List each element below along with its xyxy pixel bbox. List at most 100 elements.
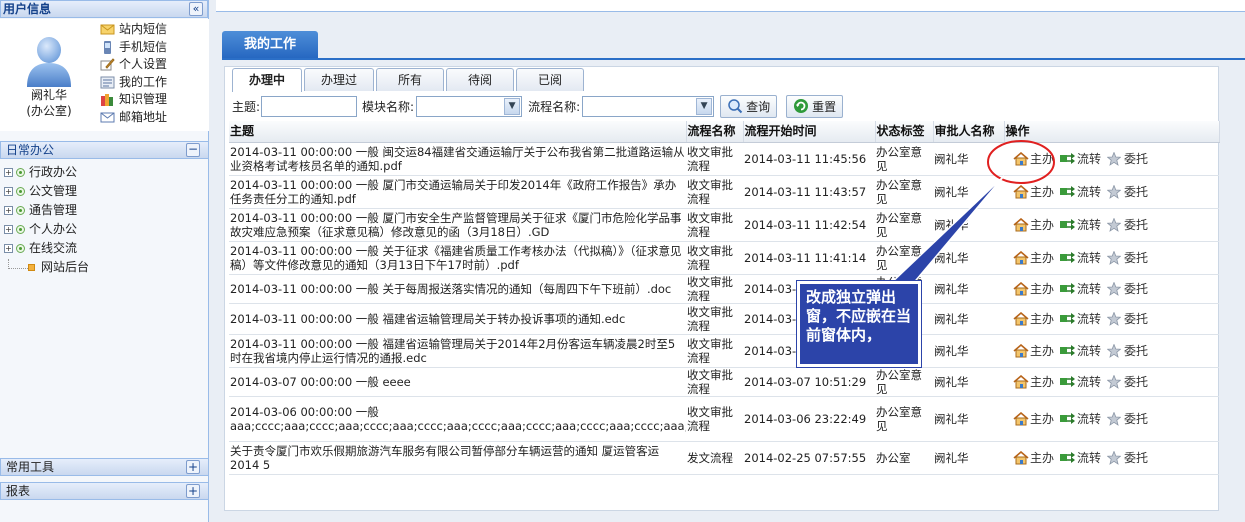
cell-flow-name: 收文审批流程 bbox=[686, 208, 743, 242]
main-handle-button[interactable]: 主办 bbox=[1013, 151, 1054, 166]
delegate-button[interactable]: 委托 bbox=[1106, 342, 1148, 358]
main-handle-button[interactable]: 主办 bbox=[1013, 411, 1054, 426]
transfer-button[interactable]: 流转 bbox=[1060, 251, 1101, 265]
annotation-callout: 改成独立弹出窗，不应嵌在当前窗体内， bbox=[797, 281, 921, 367]
briefcase-icon bbox=[100, 76, 115, 89]
transfer-button[interactable]: 流转 bbox=[1060, 344, 1101, 358]
main-handle-button[interactable]: 主办 bbox=[1013, 450, 1054, 465]
user-links: 站内短信 手机短信 个人设置 我的工作 知识管理 邮箱地址 bbox=[100, 21, 167, 126]
subtab-read[interactable]: 已阅 bbox=[516, 68, 584, 91]
subtab-handled[interactable]: 办理过 bbox=[304, 68, 374, 91]
table-row[interactable]: 关于责令厦门市欢乐假期旅游汽车服务有限公司暂停部分车辆运营的通知 厦运管客运20… bbox=[229, 441, 1219, 475]
col-status[interactable]: 状态标签 bbox=[875, 121, 934, 143]
tree-node-notices[interactable]: + 通告管理 bbox=[4, 201, 89, 220]
module-select[interactable]: ▼ bbox=[416, 95, 523, 117]
main-handle-button[interactable]: 主办 bbox=[1013, 343, 1054, 358]
chevron-down-icon[interactable]: ▼ bbox=[696, 97, 713, 115]
table-row[interactable]: 2014-03-11 00:00:00 一般 福建省运输管理局关于转办投诉事项的… bbox=[229, 303, 1219, 335]
table-row[interactable]: 2014-03-06 00:00:00 一般 aaa;cccc;aaa;cccc… bbox=[229, 396, 1219, 442]
expand-icon[interactable]: + bbox=[186, 460, 200, 474]
delegate-button[interactable]: 委托 bbox=[1106, 249, 1148, 265]
main-handle-button[interactable]: 主办 bbox=[1013, 250, 1054, 265]
link-inbox-message[interactable]: 站内短信 bbox=[100, 21, 167, 39]
chevron-down-icon[interactable]: ▼ bbox=[504, 97, 521, 115]
star-icon bbox=[1106, 310, 1123, 326]
transfer-button[interactable]: 流转 bbox=[1060, 185, 1101, 199]
subtab-in-progress[interactable]: 办理中 bbox=[232, 68, 302, 92]
folder-dot-icon bbox=[16, 225, 25, 234]
table-row[interactable]: 2014-03-11 00:00:00 一般 厦门市安全生产监督管理局关于征求《… bbox=[229, 208, 1219, 242]
flow-select[interactable]: ▼ bbox=[582, 95, 715, 117]
main-handle-button[interactable]: 主办 bbox=[1013, 311, 1054, 326]
transfer-button[interactable]: 流转 bbox=[1060, 218, 1101, 232]
cell-start-time: 2014-03-11 11:41:14 bbox=[743, 241, 875, 275]
col-approver[interactable]: 审批人名称 bbox=[933, 121, 1005, 143]
cell-approver: 阙礼华 bbox=[933, 334, 1004, 368]
main-handle-button[interactable]: 主办 bbox=[1013, 184, 1054, 199]
table-row[interactable]: 2014-03-11 00:00:00 一般 厦门市交通运输局关于印发2014年… bbox=[229, 175, 1219, 209]
tab-my-work[interactable]: 我的工作 bbox=[222, 31, 318, 59]
expand-icon[interactable]: + bbox=[186, 484, 200, 498]
link-knowledge[interactable]: 知识管理 bbox=[100, 91, 167, 109]
link-mail-address[interactable]: 邮箱地址 bbox=[100, 109, 167, 127]
query-button[interactable]: 查询 bbox=[720, 94, 778, 118]
double-chevron-left-icon[interactable]: « bbox=[189, 2, 203, 16]
tree-node-personal[interactable]: + 个人办公 bbox=[4, 220, 89, 239]
link-personal-settings[interactable]: 个人设置 bbox=[100, 56, 167, 74]
table-row[interactable]: 2014-03-11 00:00:00 一般 福建省运输管理局关于2014年2月… bbox=[229, 334, 1219, 368]
transfer-button[interactable]: 流转 bbox=[1060, 312, 1101, 326]
expand-icon[interactable]: + bbox=[4, 244, 13, 253]
op-label: 流转 bbox=[1077, 217, 1102, 232]
col-subject[interactable]: 主题 bbox=[229, 121, 687, 143]
cell-subject: 2014-03-11 00:00:00 一般 福建省运输管理局关于2014年2月… bbox=[229, 334, 686, 368]
cell-flow-name: 收文审批流程 bbox=[686, 303, 743, 335]
delegate-button[interactable]: 委托 bbox=[1106, 280, 1148, 296]
delegate-button[interactable]: 委托 bbox=[1106, 449, 1148, 465]
transfer-button[interactable]: 流转 bbox=[1060, 282, 1101, 296]
cell-actions: 主办 流转 委托 bbox=[1004, 334, 1219, 368]
reset-button[interactable]: 重置 bbox=[786, 94, 844, 118]
tree-node-admin[interactable]: + 行政办公 bbox=[4, 163, 89, 182]
expand-icon[interactable]: + bbox=[4, 168, 13, 177]
delegate-button[interactable]: 委托 bbox=[1106, 150, 1148, 166]
main-handle-button[interactable]: 主办 bbox=[1013, 374, 1054, 389]
transfer-icon bbox=[1060, 312, 1076, 326]
main-handle-button[interactable]: 主办 bbox=[1013, 217, 1054, 232]
expand-icon[interactable]: + bbox=[4, 225, 13, 234]
common-tools-header[interactable]: 常用工具 + bbox=[0, 458, 209, 476]
tree-node-documents[interactable]: + 公文管理 bbox=[4, 182, 89, 201]
tree-node-website-admin[interactable]: 网站后台 bbox=[4, 258, 89, 277]
table-row[interactable]: 2014-03-07 00:00:00 一般 eeee 收文审批流程 2014-03… bbox=[229, 367, 1219, 397]
sidebar: 用户信息 « 阙礼华 (办公室) 站内短信 手机短信 个人设置 我的工作 知识管… bbox=[0, 0, 209, 522]
transfer-button[interactable]: 流转 bbox=[1060, 412, 1101, 426]
delegate-button[interactable]: 委托 bbox=[1106, 310, 1148, 326]
delegate-button[interactable]: 委托 bbox=[1106, 373, 1148, 389]
main-handle-button[interactable]: 主办 bbox=[1013, 281, 1054, 296]
link-my-work[interactable]: 我的工作 bbox=[100, 74, 167, 92]
col-flow-name[interactable]: 流程名称 bbox=[686, 121, 744, 143]
transfer-button[interactable]: 流转 bbox=[1060, 451, 1101, 465]
collapse-icon[interactable]: − bbox=[186, 143, 200, 157]
transfer-button[interactable]: 流转 bbox=[1060, 375, 1101, 389]
transfer-button[interactable]: 流转 bbox=[1060, 152, 1101, 166]
cell-subject: 2014-03-11 00:00:00 一般 厦门市交通运输局关于印发2014年… bbox=[229, 175, 686, 209]
tree-node-online[interactable]: + 在线交流 bbox=[4, 239, 89, 258]
reports-header[interactable]: 报表 + bbox=[0, 482, 209, 500]
cell-start-time: 2014-03-11 11:42:54 bbox=[743, 208, 875, 242]
transfer-icon bbox=[1060, 218, 1076, 232]
delegate-button[interactable]: 委托 bbox=[1106, 410, 1148, 426]
delegate-button[interactable]: 委托 bbox=[1106, 216, 1148, 232]
link-sms[interactable]: 手机短信 bbox=[100, 39, 167, 57]
subtab-to-read[interactable]: 待阅 bbox=[446, 68, 514, 91]
col-start-time[interactable]: 流程开始时间 bbox=[743, 121, 876, 143]
daily-office-header[interactable]: 日常办公 − bbox=[0, 141, 209, 159]
cell-approver: 阙礼华 bbox=[933, 367, 1004, 397]
table-row[interactable]: 2014-03-11 00:00:00 一般 闽交运84福建省交通运输厅关于公布… bbox=[229, 142, 1219, 176]
delegate-button[interactable]: 委托 bbox=[1106, 183, 1148, 199]
table-row[interactable]: 2014-03-11 00:00:00 一般 关于征求《福建省质量工作考核办法（… bbox=[229, 241, 1219, 275]
table-row[interactable]: 2014-03-11 00:00:00 一般 关于每周报送落实情况的通知（每周四… bbox=[229, 274, 1219, 304]
expand-icon[interactable]: + bbox=[4, 206, 13, 215]
expand-icon[interactable]: + bbox=[4, 187, 13, 196]
subject-input[interactable] bbox=[261, 95, 358, 117]
subtab-all[interactable]: 所有 bbox=[376, 68, 444, 91]
